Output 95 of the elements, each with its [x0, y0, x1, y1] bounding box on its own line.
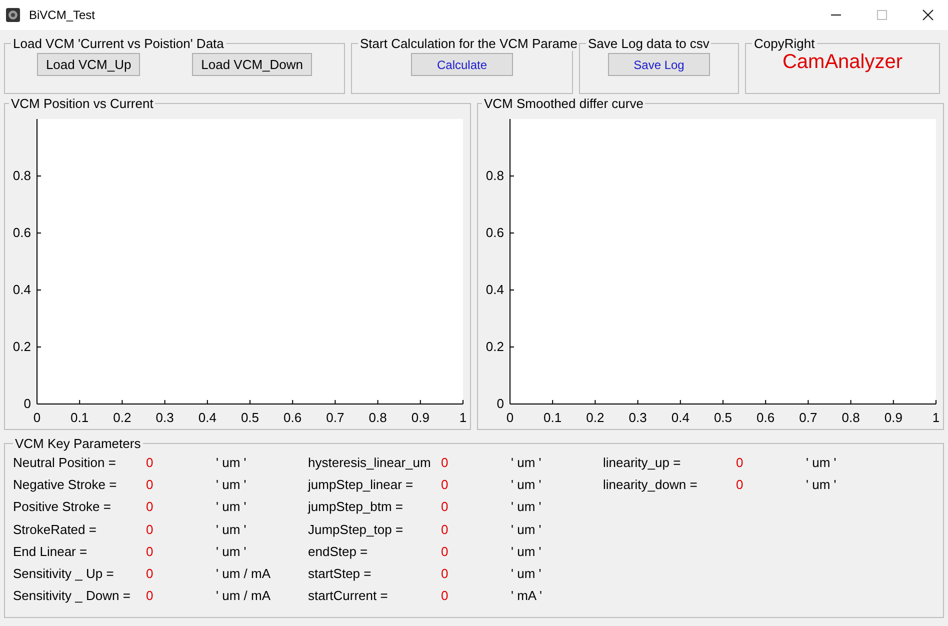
- close-icon[interactable]: [922, 9, 934, 21]
- parameter-label: endStep =: [308, 544, 369, 559]
- tick-label: 0.2: [486, 339, 504, 354]
- load-button[interactable]: Load VCM_Up: [36, 53, 140, 76]
- parameter-value: 0: [146, 566, 154, 582]
- parameter-value: 0: [736, 454, 744, 470]
- tick-label: 0.8: [368, 410, 387, 425]
- tick-label: 0.1: [544, 410, 562, 425]
- action-button[interactable]: Calculate: [411, 53, 513, 76]
- parameter-value: 0: [736, 476, 744, 492]
- tick-label: 0.7: [326, 410, 344, 425]
- group-title: Load VCM 'Current vs Poistion' Data: [12, 36, 225, 51]
- tick-label: 0: [33, 410, 41, 425]
- tick-label: 0.6: [486, 225, 504, 240]
- app-icon: [5, 7, 21, 23]
- group-title: Save Log data to csv: [587, 36, 710, 51]
- tick-label: 1: [932, 410, 940, 425]
- unit-label: ' um ': [216, 454, 248, 470]
- tick-label: 0.8: [486, 168, 504, 183]
- tick-label: 0.8: [12, 168, 31, 183]
- tick-label: 0.8: [842, 410, 860, 425]
- parameter-value: 0: [441, 544, 450, 559]
- unit-label: ' um ': [216, 544, 248, 559]
- tick-label: 0.2: [586, 410, 604, 425]
- parameter-label: linearity_up =: [603, 454, 682, 470]
- parameter-label: hysteresis_linear_um: [308, 454, 432, 470]
- tick-label: 0.6: [756, 410, 775, 425]
- tick-label: 0: [506, 410, 514, 425]
- parameter-label: Neutral Position =: [13, 454, 117, 470]
- unit-label: ' um ': [806, 476, 838, 492]
- parameter-label: JumpStep_top =: [308, 522, 404, 537]
- parameter-label: startCurrent =: [308, 588, 389, 604]
- parameter-value: 0: [146, 544, 154, 559]
- parameter-value: 0: [146, 476, 154, 492]
- parameter-label: jumpStep_linear =: [308, 476, 414, 492]
- unit-label: ' um / mA: [216, 588, 272, 604]
- tick-label: 0.6: [284, 410, 302, 425]
- parameter-label: End Linear =: [13, 544, 88, 559]
- tick-label: 0: [24, 396, 31, 411]
- tick-label: 0.5: [240, 410, 260, 425]
- group-title: Start Calculation for the VCM Parame: [359, 36, 578, 51]
- tick-label: 0.3: [628, 410, 647, 425]
- parameter-value: 0: [146, 454, 154, 470]
- parameter-label: StrokeRated =: [13, 522, 98, 537]
- load-button[interactable]: Load VCM_Down: [192, 53, 312, 76]
- parameter-value: 0: [441, 522, 450, 537]
- tick-label: 0.2: [113, 410, 132, 425]
- parameter-label: startStep =: [308, 566, 372, 582]
- parameter-value: 0: [441, 454, 450, 470]
- tick-label: 0.4: [486, 282, 504, 297]
- parameter-label: Negative Stroke =: [13, 476, 118, 492]
- action-button[interactable]: Save Log: [608, 53, 710, 76]
- unit-label: ' um ': [216, 499, 248, 514]
- tick-label: 0.3: [156, 410, 174, 425]
- tick-label: 0.7: [799, 410, 818, 425]
- tick-label: 0.6: [12, 225, 31, 240]
- parameter-label: Sensitivity _ Up =: [13, 566, 115, 582]
- tick-label: 0.9: [884, 410, 902, 425]
- parameter-value: 0: [441, 476, 450, 492]
- tick-label: 0.4: [12, 282, 31, 297]
- unit-label: ' um ': [511, 544, 542, 559]
- group-title: VCM Key Parameters: [14, 436, 142, 451]
- group-title: CopyRight: [753, 36, 816, 51]
- parameter-label: linearity_down =: [603, 476, 698, 492]
- window-title: BiVCM_Test: [29, 8, 96, 22]
- unit-label: ' um ': [511, 499, 542, 514]
- chart-title: VCM Smoothed differ curve: [483, 96, 644, 111]
- tick-label: 0: [496, 396, 504, 411]
- parameter-label: Positive Stroke =: [13, 499, 112, 514]
- unit-label: ' um ': [511, 476, 542, 492]
- parameter-value: 0: [146, 522, 154, 537]
- tick-label: 0.1: [70, 410, 89, 425]
- unit-label: ' mA ': [511, 588, 543, 604]
- unit-label: ' um ': [511, 522, 542, 537]
- parameter-label: Sensitivity _ Down =: [13, 588, 132, 604]
- brand-name: CamAnalyzer: [781, 51, 904, 74]
- parameter-value: 0: [441, 499, 450, 514]
- tick-label: 0.9: [411, 410, 430, 425]
- parameter-value: 0: [441, 566, 450, 582]
- parameter-value: 0: [146, 499, 154, 514]
- unit-label: ' um ': [511, 566, 542, 582]
- tick-label: 1: [459, 410, 467, 425]
- unit-label: ' um ': [216, 476, 248, 492]
- tick-label: 0.4: [671, 410, 690, 425]
- unit-label: ' um ': [806, 454, 838, 470]
- unit-label: ' um ': [511, 454, 542, 470]
- parameter-label: jumpStep_btm =: [308, 499, 404, 514]
- unit-label: ' um ': [216, 522, 248, 537]
- unit-label: ' um / mA: [216, 566, 272, 582]
- tick-label: 0.2: [12, 339, 31, 354]
- tick-label: 0.4: [198, 410, 216, 425]
- parameter-value: 0: [146, 588, 154, 604]
- parameter-value: 0: [441, 588, 450, 604]
- tick-label: 0.5: [714, 410, 732, 425]
- chart-title: VCM Position vs Current: [10, 96, 154, 111]
